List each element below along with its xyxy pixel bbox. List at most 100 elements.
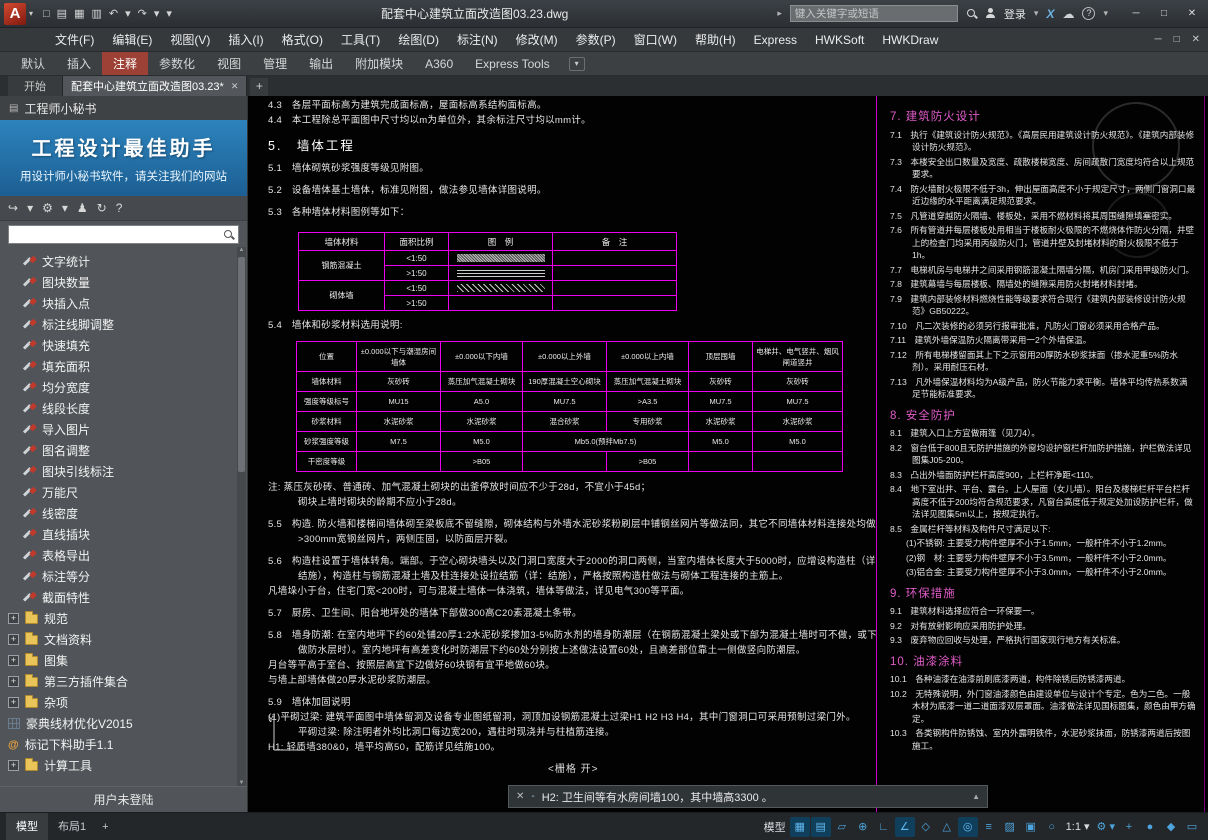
tree-tool-item[interactable]: 线密度 (0, 503, 247, 524)
expand-plus-icon[interactable]: + (8, 634, 19, 645)
tree-tool-item[interactable]: 线段长度 (0, 398, 247, 419)
ribbon-tab[interactable]: 插入 (56, 52, 102, 75)
tree-folder-item[interactable]: + 文档资料 (0, 629, 247, 650)
tree-tool-item[interactable]: 图名调整 (0, 440, 247, 461)
a360-x-icon[interactable]: X (1046, 7, 1054, 21)
tab-start[interactable]: 开始 (8, 76, 63, 96)
ribbon-tab[interactable]: 附加模块 (344, 52, 414, 75)
graphics-performance-icon[interactable]: ◆ (1161, 817, 1181, 837)
tree-folder-item[interactable]: + 规范 (0, 608, 247, 629)
drawing-canvas[interactable]: 4.3 各层平面标高为建筑完成面标高，屋面标高系结构面标高。4.4 本工程除总平… (248, 96, 1208, 812)
new-tab-button[interactable]: + (250, 78, 268, 96)
menu-item[interactable]: 视图(V) (161, 28, 219, 52)
layout-tab[interactable]: + (96, 813, 114, 840)
tree-folder-calc[interactable]: + 计算工具 (0, 755, 247, 776)
menu-item[interactable]: 帮助(H) (686, 28, 745, 52)
help-icon[interactable]: ? (116, 201, 123, 215)
maximize-button[interactable]: □ (1150, 3, 1178, 25)
command-input[interactable]: H2: 卫生间等有水房间墙100，其中墙高3300 。 (542, 789, 965, 805)
menu-item[interactable]: 绘图(D) (389, 28, 448, 52)
app-logo-button[interactable]: A ▾ (0, 0, 39, 28)
dynamic-input-icon[interactable]: ⊕ (853, 817, 873, 837)
tree-folder-item[interactable]: + 第三方插件集合 (0, 671, 247, 692)
ortho-mode-icon[interactable]: ∟ (874, 817, 894, 837)
menu-item[interactable]: 插入(I) (219, 28, 272, 52)
dock-toggle-icon[interactable]: ↪ (8, 201, 18, 215)
expand-plus-icon[interactable]: + (8, 697, 19, 708)
menu-item[interactable]: HWKSoft (806, 28, 873, 52)
clean-screen-icon[interactable]: ▭ (1182, 817, 1202, 837)
snap-mode-icon[interactable]: ▤ (811, 817, 831, 837)
expand-plus-icon[interactable]: + (8, 760, 19, 771)
menu-item[interactable]: 工具(T) (332, 28, 389, 52)
object-snap-icon[interactable]: ◎ (958, 817, 978, 837)
ribbon-tab[interactable]: Express Tools (464, 52, 560, 75)
close-button[interactable]: ✕ (1178, 3, 1206, 25)
undo-caret-icon[interactable]: ▾ (125, 7, 131, 20)
ribbon-tab[interactable]: 注释 (102, 52, 148, 75)
help-caret-icon[interactable]: ▾ (1103, 8, 1108, 19)
search-icon[interactable] (223, 229, 234, 240)
refresh-icon[interactable]: ↻ (97, 201, 107, 215)
isometric-drafting-icon[interactable]: ◇ (916, 817, 936, 837)
object-snap-tracking-icon[interactable]: △ (937, 817, 957, 837)
login-status-text[interactable]: 用户未登陆 (93, 791, 153, 808)
workspace-gear-button[interactable]: ⚙ ▾ (1094, 817, 1118, 837)
sidebar-banner[interactable]: 工程设计最佳助手 用设计师小秘书软件，请关注我们的网站 (0, 120, 247, 196)
sidebar-scrollbar[interactable]: ▲ ▼ (237, 247, 246, 786)
tree-tool-item[interactable]: 图块引线标注 (0, 461, 247, 482)
selection-cycling-icon[interactable]: ▣ (1021, 817, 1041, 837)
expand-plus-icon[interactable]: + (8, 613, 19, 624)
tree-tool-item[interactable]: 快速填充 (0, 335, 247, 356)
tree-folder-item[interactable]: + 杂项 (0, 692, 247, 713)
help-icon[interactable]: ? (1082, 7, 1095, 20)
scroll-down-icon[interactable]: ▼ (237, 780, 246, 786)
command-line-bar[interactable]: ✕ - H2: 卫生间等有水房间墙100，其中墙高3300 。 ▲ (508, 785, 988, 808)
tree-tool-item[interactable]: 填充面积 (0, 356, 247, 377)
ribbon-tab[interactable]: 输出 (298, 52, 344, 75)
search-icon[interactable] (966, 8, 977, 19)
redo-icon[interactable]: ↷ (138, 7, 147, 20)
help-search-box[interactable] (790, 5, 958, 22)
sign-in-button[interactable]: 登录 (1004, 6, 1026, 22)
tree-tool-item[interactable]: 直线插块 (0, 524, 247, 545)
dock-caret-icon[interactable]: ▾ (27, 201, 33, 215)
settings-caret-icon[interactable]: ▾ (62, 201, 68, 215)
polar-tracking-icon[interactable]: ∠ (895, 817, 915, 837)
menu-item[interactable]: 修改(M) (507, 28, 567, 52)
expand-plus-icon[interactable]: + (8, 655, 19, 666)
cloud-icon[interactable]: ☁ (1062, 7, 1074, 21)
help-search-input[interactable] (795, 8, 953, 20)
ribbon-collapse-button[interactable]: ▾ (569, 57, 585, 71)
annotation-monitor-icon[interactable]: + (1119, 817, 1139, 837)
tree-tool-item[interactable]: 文字统计 (0, 251, 247, 272)
open-file-icon[interactable]: ▤ (57, 7, 67, 20)
menu-item[interactable]: Express (745, 28, 806, 52)
tree-tool-item[interactable]: 均分宽度 (0, 377, 247, 398)
menu-item[interactable]: 窗口(W) (625, 28, 686, 52)
minimize-button[interactable]: ─ (1122, 3, 1150, 25)
sign-in-caret-icon[interactable]: ▾ (1034, 8, 1039, 19)
isolate-objects-icon[interactable]: ● (1140, 817, 1160, 837)
tree-tool-item[interactable]: 图块数量 (0, 272, 247, 293)
menu-item[interactable]: 文件(F) (46, 28, 103, 52)
user-login-icon[interactable]: ♟ (77, 201, 88, 215)
search-scope-caret-icon[interactable]: ▸ (777, 8, 782, 19)
settings-gear-icon[interactable]: ⚙ (42, 201, 53, 215)
layout-tab[interactable]: 布局1 (48, 813, 96, 840)
doc-close-button[interactable]: ✕ (1192, 34, 1200, 45)
tree-tool-item[interactable]: 标注线脚调整 (0, 314, 247, 335)
command-close-icon[interactable]: ✕ (516, 791, 524, 802)
model-space-button[interactable]: 模型 (761, 817, 789, 837)
menu-item[interactable]: 格式(O) (273, 28, 332, 52)
new-file-icon[interactable]: □ (43, 8, 50, 20)
transparency-icon[interactable]: ▨ (1000, 817, 1020, 837)
tree-tool-item[interactable]: 万能尺 (0, 482, 247, 503)
tree-tool-item[interactable]: 截面特性 (0, 587, 247, 608)
tree-folder-item[interactable]: + 图集 (0, 650, 247, 671)
expand-plus-icon[interactable]: + (8, 676, 19, 687)
menu-item[interactable]: HWKDraw (873, 28, 947, 52)
plot-icon[interactable]: ▥ (91, 7, 101, 20)
tree-tool-item[interactable]: 导入图片 (0, 419, 247, 440)
command-history-caret-icon[interactable]: ▲ (972, 792, 980, 801)
